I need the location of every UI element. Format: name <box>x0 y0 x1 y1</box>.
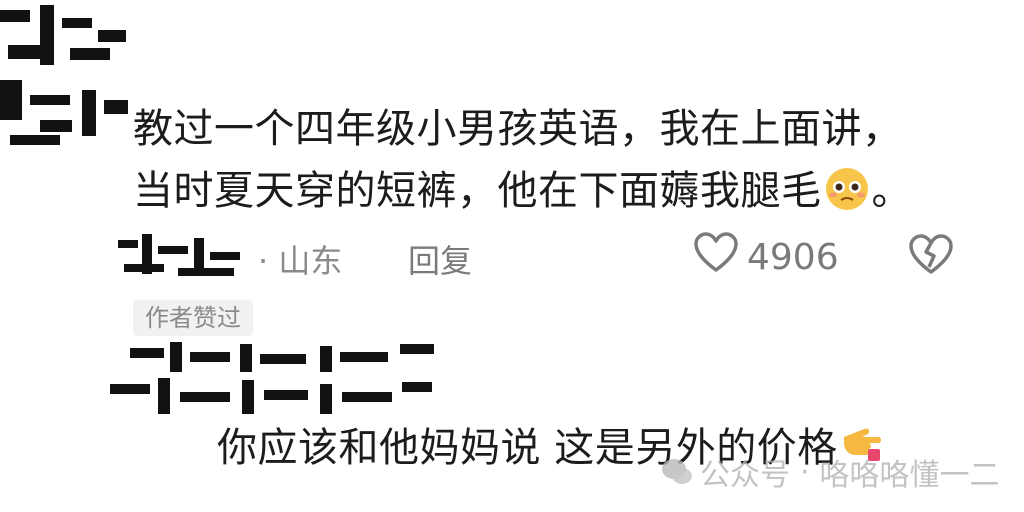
watermark-author: 咯咯咯懂一二 <box>819 458 1000 493</box>
watermark-label: 公众号 <box>700 458 790 493</box>
comment-meta-row: · 山东 回复 4906 <box>118 232 998 282</box>
broken-heart-icon <box>908 234 954 284</box>
censored-reply-user <box>110 340 440 420</box>
reply-button[interactable]: 回复 <box>408 236 472 282</box>
comment-line-2-text: 当时夏天穿的短裤，他在下面薅我腿毛 <box>133 168 822 214</box>
heart-icon <box>693 232 739 282</box>
comment-text: 教过一个四年级小男孩英语，我在上面讲， 当时夏天穿的短裤，他在下面薅我腿毛 。 <box>133 98 983 222</box>
watermark: 公众号 · 咯咯咯懂一二 <box>660 450 1000 494</box>
watermark-separator: · <box>800 454 810 490</box>
author-liked-badge: 作者赞过 <box>133 300 253 336</box>
pleading-face-icon <box>824 166 870 212</box>
comment-location: · 山东 <box>258 242 343 280</box>
comment-line-2: 当时夏天穿的短裤，他在下面薅我腿毛 。 <box>133 160 983 222</box>
like-count: 4906 <box>747 236 839 278</box>
like-button[interactable]: 4906 <box>693 232 839 282</box>
dislike-button[interactable] <box>908 234 954 284</box>
wechat-icon <box>660 455 694 489</box>
censored-avatar <box>0 0 130 150</box>
censored-username <box>118 232 246 282</box>
comment-line-1: 教过一个四年级小男孩英语，我在上面讲， <box>133 106 903 152</box>
comment-line-2-end: 。 <box>871 168 912 214</box>
